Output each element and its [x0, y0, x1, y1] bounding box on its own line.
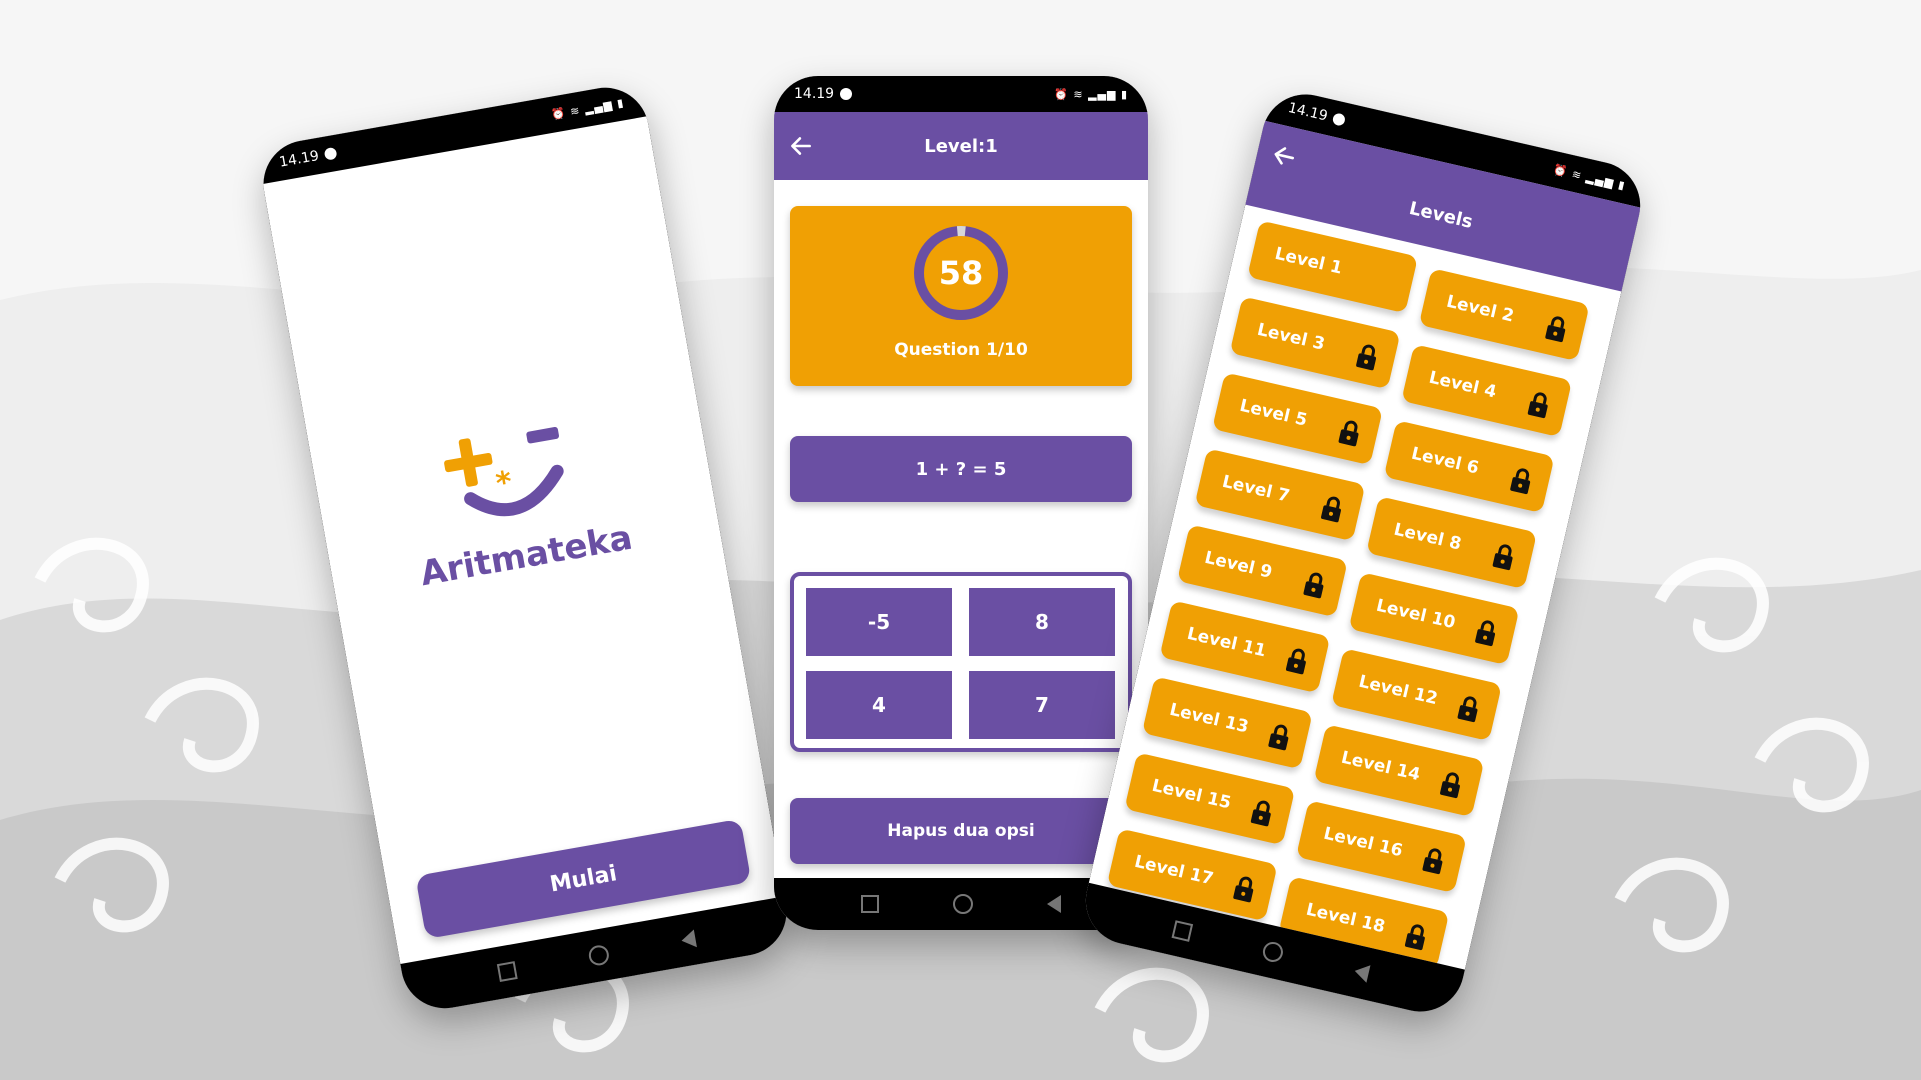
level-label: Level 14	[1339, 747, 1423, 786]
lock-icon	[1404, 924, 1425, 951]
level-button[interactable]: Level 2	[1418, 268, 1590, 362]
lock-icon	[1440, 772, 1460, 799]
lock-icon	[1268, 724, 1289, 751]
level-button[interactable]: Level 5	[1212, 372, 1383, 466]
option-button[interactable]: -5	[806, 588, 952, 656]
lock-icon	[1338, 420, 1359, 447]
lock-icon	[1545, 316, 1566, 343]
level-label: Level 7	[1220, 471, 1292, 507]
timer-card: 58 Question 1/10	[790, 206, 1132, 386]
quiz-app-bar: Level:1	[774, 112, 1148, 180]
quiz-title: Level:1	[924, 135, 998, 157]
app-indicator-icon	[1331, 112, 1347, 127]
status-icons: ⏰ ≋ ▂▄▆ ▮	[1054, 87, 1128, 101]
nav-back-icon[interactable]	[1047, 895, 1061, 913]
lock-icon	[1527, 392, 1548, 419]
level-button[interactable]: Level 15	[1124, 752, 1296, 846]
status-time: 14.19	[1286, 99, 1330, 125]
lock-icon	[1321, 496, 1341, 523]
question-counter: Question 1/10	[894, 340, 1028, 360]
equation-box: 1 + ? = 5	[790, 436, 1132, 502]
phone-quiz: 14.19 ⏰ ≋ ▂▄▆ ▮ Level:1 58 Question 1/10…	[774, 76, 1148, 930]
nav-back-icon[interactable]	[1352, 962, 1371, 983]
level-button[interactable]: Level 10	[1348, 572, 1520, 666]
nav-square-icon[interactable]	[1171, 920, 1194, 942]
level-label: Level 18	[1304, 899, 1387, 938]
status-time: 14.19	[277, 147, 321, 171]
option-button[interactable]: 8	[969, 588, 1115, 656]
level-label: Level 12	[1356, 671, 1440, 710]
level-button[interactable]: Level 13	[1141, 676, 1313, 770]
status-time: 14.19	[794, 86, 835, 102]
level-label: Level 2	[1444, 291, 1516, 327]
lock-icon	[1492, 544, 1513, 571]
lock-icon	[1510, 468, 1531, 495]
level-button[interactable]: Level 14	[1313, 724, 1485, 818]
levels-title: Levels	[1407, 197, 1475, 233]
level-label: Level 11	[1185, 623, 1268, 662]
level-button[interactable]: Level 7	[1194, 448, 1366, 542]
lock-icon	[1422, 848, 1443, 875]
level-label: Level 17	[1132, 851, 1216, 890]
level-button[interactable]: Level 4	[1401, 344, 1573, 438]
option-button[interactable]: 7	[969, 671, 1115, 739]
back-arrow-icon[interactable]	[788, 133, 814, 159]
remove-two-options-button[interactable]: Hapus dua opsi	[790, 798, 1132, 864]
nav-home-icon[interactable]	[1260, 939, 1285, 964]
level-label: Level 8	[1391, 519, 1464, 555]
back-arrow-icon[interactable]	[1269, 141, 1300, 172]
lock-icon	[1250, 800, 1271, 827]
nav-home-icon[interactable]	[587, 943, 611, 967]
status-bar: 14.19 ⏰ ≋ ▂▄▆ ▮	[774, 76, 1148, 112]
app-indicator-icon	[323, 146, 338, 161]
level-label: Level 13	[1167, 699, 1251, 738]
level-label: Level 15	[1150, 775, 1233, 814]
status-icons: ⏰ ≋ ▂▄▆ ▮	[550, 95, 626, 122]
nav-back-icon[interactable]	[680, 929, 697, 950]
lock-icon	[1475, 620, 1496, 647]
level-label: Level 10	[1374, 595, 1458, 634]
status-icons: ⏰ ≋ ▂▄▆ ▮	[1551, 162, 1627, 192]
quiz-screen: 14.19 ⏰ ≋ ▂▄▆ ▮ Level:1 58 Question 1/10…	[774, 76, 1148, 930]
level-button[interactable]: Level 12	[1331, 648, 1502, 742]
lock-icon	[1233, 876, 1254, 903]
lock-icon	[1356, 344, 1377, 371]
aritmateka-logo: *	[444, 427, 564, 517]
options-grid: -5 8 4 7	[790, 572, 1132, 752]
level-label: Level 3	[1255, 319, 1327, 355]
app-indicator-icon	[840, 88, 853, 100]
option-button[interactable]: 4	[806, 671, 952, 739]
nav-home-icon[interactable]	[953, 894, 973, 914]
level-label: Level 9	[1202, 547, 1274, 583]
svg-text:*: *	[493, 464, 515, 501]
level-label: Level 4	[1426, 367, 1499, 403]
lock-icon	[1285, 648, 1306, 675]
level-button[interactable]: Level 16	[1295, 800, 1467, 894]
nav-square-icon[interactable]	[861, 895, 879, 913]
lock-icon	[1457, 696, 1478, 723]
level-label: Level 16	[1321, 823, 1405, 862]
level-button[interactable]: Level 8	[1366, 496, 1538, 590]
level-button[interactable]: Level 3	[1229, 296, 1401, 390]
level-button[interactable]: Level 9	[1176, 524, 1348, 618]
timer-value: 58	[938, 254, 984, 292]
nav-square-icon[interactable]	[496, 961, 518, 982]
level-label: Level 6	[1409, 443, 1481, 479]
level-label: Level 5	[1237, 395, 1310, 431]
lock-icon	[1303, 572, 1324, 599]
level-label: Level 1	[1272, 243, 1345, 279]
level-button[interactable]: Level 11	[1159, 600, 1331, 694]
level-button[interactable]: Level 6	[1383, 420, 1555, 514]
